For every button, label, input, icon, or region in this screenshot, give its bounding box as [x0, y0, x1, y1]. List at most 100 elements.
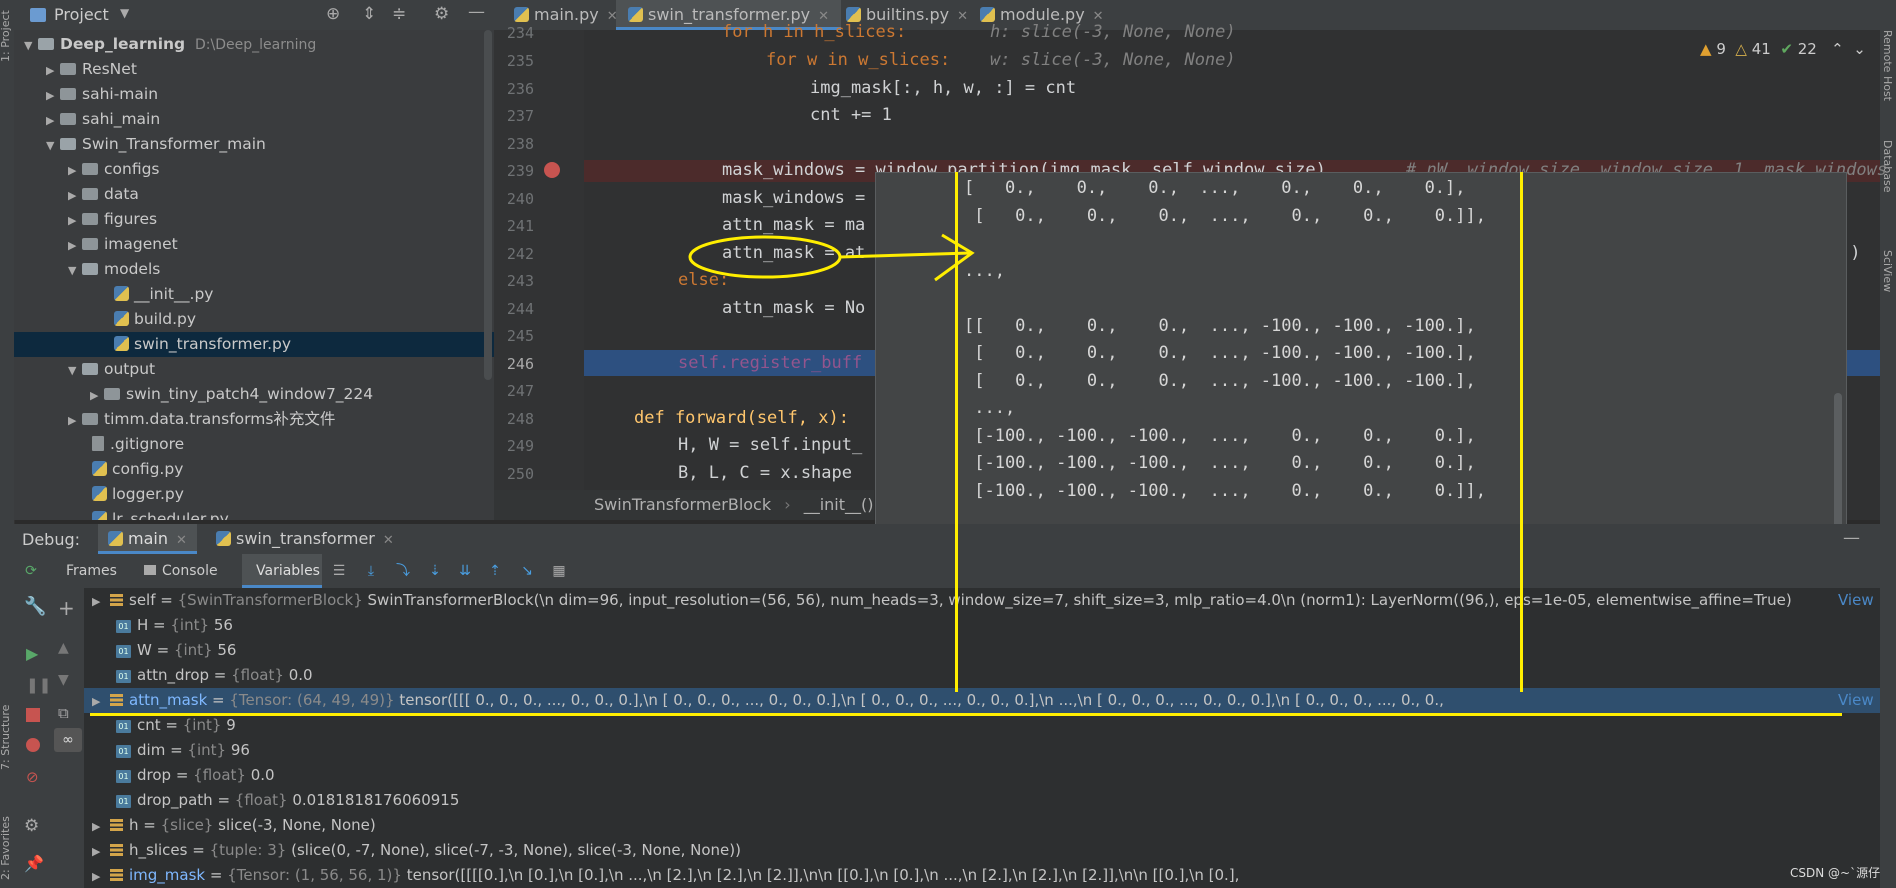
tree-item-build-py[interactable]: build.py: [114, 307, 196, 332]
collapse-all-icon[interactable]: ≑: [392, 4, 406, 24]
tree-item-lr-scheduler-py[interactable]: lr_scheduler.py: [92, 507, 229, 520]
tree-item-sahi_main[interactable]: ▶ sahi_main: [46, 107, 160, 132]
tree-item-imagenet[interactable]: ▶ imagenet: [68, 232, 178, 257]
chevron-down-icon[interactable]: ▼: [24, 33, 38, 58]
locate-icon[interactable]: ⊕: [326, 4, 340, 24]
view-link-attn-mask[interactable]: View: [1838, 688, 1880, 713]
variable-row-self[interactable]: ▶ self = {SwinTransformerBlock} SwinTrans…: [84, 588, 1880, 613]
step-into-my-code-icon[interactable]: ⇊: [456, 562, 474, 580]
chevron-right-icon[interactable]: ▶: [68, 233, 82, 258]
variable-row-h[interactable]: ▶ h = {slice} slice(-3, None, None): [84, 813, 1880, 838]
tree-item-gitignore[interactable]: .gitignore: [92, 432, 184, 457]
project-side-tab[interactable]: 1: Project: [0, 10, 12, 62]
copy-icon[interactable]: ⧉: [58, 704, 69, 722]
tree-item-timm[interactable]: ▶ timm.data.transforms补充文件: [68, 407, 335, 432]
variable-row-drop[interactable]: 01 drop = {float} 0.0: [84, 763, 1880, 788]
chevron-down-icon[interactable]: ▼: [68, 258, 82, 283]
breadcrumb-class[interactable]: SwinTransformerBlock: [594, 495, 771, 514]
close-icon[interactable]: ✕: [176, 533, 187, 548]
chevron-right-icon[interactable]: ▶: [68, 208, 82, 233]
variable-row-attn-drop[interactable]: 01 attn_drop = {float} 0.0: [84, 663, 1880, 688]
run-to-cursor-icon[interactable]: ↘: [518, 562, 536, 580]
tree-item-swin-tiny[interactable]: ▶ swin_tiny_patch4_window7_224: [90, 382, 373, 407]
tree-item-sahi-main[interactable]: ▶ sahi-main: [46, 82, 158, 107]
chevron-down-icon[interactable]: ⌄: [1853, 40, 1866, 58]
chevron-right-icon[interactable]: ▶: [46, 108, 60, 133]
step-out-icon[interactable]: ⇡: [486, 562, 504, 580]
tree-item-output[interactable]: ▼ output: [68, 357, 155, 382]
chevron-down-icon[interactable]: ▼: [68, 358, 82, 383]
step-into-icon[interactable]: ⇣: [426, 562, 444, 580]
variable-row-img-mask[interactable]: ▶ img_mask = {Tensor: (1, 56, 56, 1)} ten…: [84, 863, 1880, 888]
menu-icon[interactable]: ☰: [330, 562, 348, 580]
variable-row-attn-mask[interactable]: ▶ attn_mask = {Tensor: (64, 49, 49)} tens…: [84, 688, 1880, 713]
variable-row-cnt[interactable]: 01 cnt = {int} 9: [84, 713, 1880, 738]
step-over-icon[interactable]: ⤵: [394, 562, 412, 580]
stop-icon[interactable]: [26, 708, 40, 722]
chevron-right-icon[interactable]: ▶: [68, 158, 82, 183]
tree-item-deep-learning[interactable]: ▼ Deep_learning D:\Deep_learning: [24, 32, 316, 57]
project-title[interactable]: Project: [54, 5, 109, 24]
gear-icon[interactable]: ⚙: [434, 4, 449, 24]
pin-icon[interactable]: 📌: [24, 854, 44, 873]
settings-wrench-icon[interactable]: 🔧: [24, 596, 46, 617]
tree-item-figures[interactable]: ▶ figures: [68, 207, 157, 232]
hide-icon[interactable]: —: [468, 2, 485, 22]
chevron-up-icon[interactable]: ▲: [58, 640, 69, 656]
variable-row-drop-path[interactable]: 01 drop_path = {float} 0.0181818176060915: [84, 788, 1880, 813]
close-icon[interactable]: ✕: [957, 9, 968, 24]
structure-side-tab[interactable]: 7: Structure: [0, 705, 12, 770]
chevron-right-icon[interactable]: ▶: [68, 408, 82, 433]
chevron-right-icon[interactable]: ▶: [92, 864, 104, 888]
remote-host-side-tab[interactable]: Remote Host: [1881, 30, 1894, 101]
hide-icon[interactable]: —: [1843, 528, 1860, 548]
tree-item-models[interactable]: ▼ models: [68, 257, 160, 282]
show-execution-point-icon[interactable]: ⤓: [362, 562, 380, 580]
pause-icon[interactable]: ❚❚: [26, 676, 51, 694]
tab-console[interactable]: Console: [162, 563, 218, 579]
tree-item-data[interactable]: ▶ data: [68, 182, 139, 207]
breadcrumb-method[interactable]: __init__(): [804, 495, 874, 514]
rerun-icon[interactable]: ⟳: [22, 562, 40, 580]
tab-debug-swin-transformer[interactable]: swin_transformer ✕: [206, 524, 404, 554]
variable-row-dim[interactable]: 01 dim = {int} 96: [84, 738, 1880, 763]
tab-debug-main[interactable]: main ✕: [98, 524, 197, 554]
expand-all-icon[interactable]: ⇕: [362, 4, 376, 24]
tree-item-swin-transformer-py[interactable]: swin_transformer.py: [14, 332, 494, 357]
mute-breakpoints-icon[interactable]: ⊘: [26, 768, 39, 786]
chevron-right-icon[interactable]: ▶: [46, 58, 60, 83]
breakpoint-icon[interactable]: [544, 162, 560, 178]
chevron-right-icon[interactable]: ▶: [92, 589, 104, 614]
chevron-right-icon[interactable]: ▶: [92, 814, 104, 839]
variable-row-h-slices[interactable]: ▶ h_slices = {tuple: 3} (slice(0, -7, Non…: [84, 838, 1880, 863]
tab-variables[interactable]: Variables: [242, 554, 322, 588]
evaluate-expression-icon[interactable]: ▦: [550, 562, 568, 580]
chevron-right-icon[interactable]: ▶: [92, 689, 104, 714]
tree-item-swin-transformer-main[interactable]: ▼ Swin_Transformer_main: [46, 132, 266, 157]
add-icon[interactable]: +: [58, 596, 75, 620]
tree-item-init-py[interactable]: __init__.py: [114, 282, 213, 307]
view-link-self[interactable]: View: [1838, 588, 1880, 613]
tree-item-config-py[interactable]: config.py: [92, 457, 183, 482]
variable-row-W[interactable]: 01 W = {int} 56: [84, 638, 1880, 663]
resume-icon[interactable]: ▶: [26, 644, 38, 663]
chevron-right-icon[interactable]: ▶: [68, 183, 82, 208]
gear-icon[interactable]: ⚙: [24, 816, 39, 836]
chevron-right-icon[interactable]: ▶: [46, 83, 60, 108]
project-scrollbar[interactable]: [484, 30, 492, 380]
variable-row-H[interactable]: 01 H = {int} 56: [84, 613, 1880, 638]
close-icon[interactable]: ✕: [383, 533, 394, 548]
tree-item-logger-py[interactable]: logger.py: [92, 482, 184, 507]
chevron-down-icon[interactable]: ▼: [58, 672, 69, 688]
glasses-icon[interactable]: ∞: [54, 728, 82, 752]
view-breakpoints-icon[interactable]: [26, 738, 40, 752]
inspection-widget[interactable]: ▲ 9 △ 41 ✔ 22 ⌃ ⌄: [1700, 40, 1866, 58]
chevron-down-icon[interactable]: ▼: [120, 6, 129, 20]
chevron-down-icon[interactable]: ▼: [46, 133, 60, 158]
chevron-up-icon[interactable]: ⌃: [1831, 40, 1844, 58]
chevron-right-icon[interactable]: ▶: [90, 383, 104, 408]
tree-item-configs[interactable]: ▶ configs: [68, 157, 160, 182]
sciview-side-tab[interactable]: SciView: [1881, 250, 1894, 292]
tab-frames[interactable]: Frames: [66, 563, 117, 579]
tree-item-resnet[interactable]: ▶ ResNet: [46, 57, 137, 82]
